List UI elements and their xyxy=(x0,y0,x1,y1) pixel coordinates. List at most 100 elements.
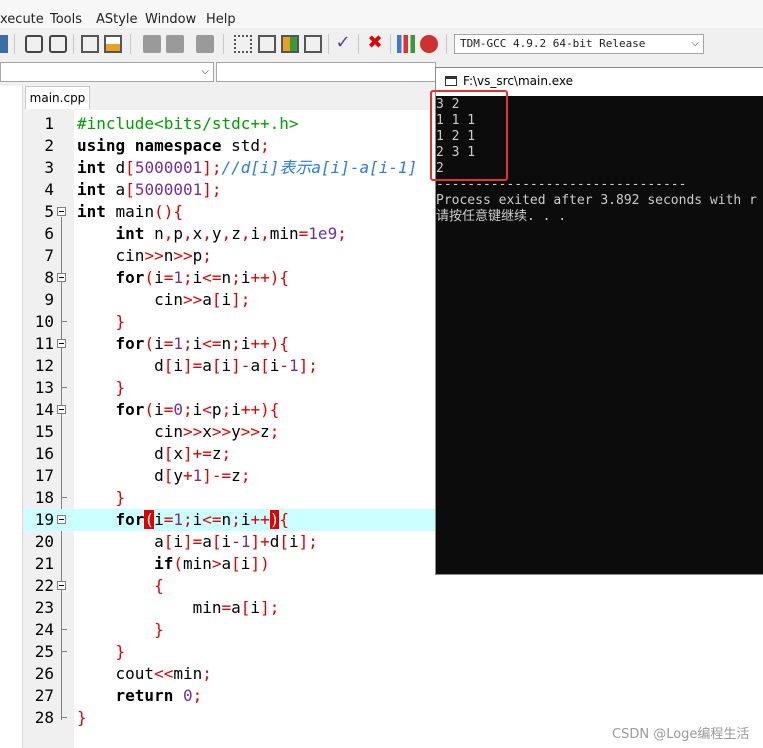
code-text: d[y+1]-=z; xyxy=(77,466,251,485)
compiler-select[interactable]: TDM-GCC 4.9.2 64-bit Release ⌵ xyxy=(454,34,704,54)
code-text: for(i=1;i<=n;i++){ xyxy=(115,510,290,529)
chevron-down-icon: ⌵ xyxy=(691,38,699,49)
line-number: 1 xyxy=(44,114,54,133)
code-text: } xyxy=(115,312,126,331)
fold-toggle-icon[interactable] xyxy=(57,581,66,590)
chart-icon[interactable] xyxy=(397,35,415,53)
code-line: 23 min=a[i]; xyxy=(24,597,763,619)
line-number: 27 xyxy=(34,686,54,705)
code-text: if(min>a[i]) xyxy=(154,554,270,573)
unindent-icon[interactable] xyxy=(104,35,122,53)
line-number: 4 xyxy=(44,180,54,199)
line-number: 14 xyxy=(34,400,54,419)
tab-main-cpp[interactable]: main.cpp xyxy=(25,86,90,109)
back-icon[interactable] xyxy=(143,35,161,53)
line-number: 5 xyxy=(44,202,54,221)
line-number: 16 xyxy=(34,444,54,463)
layout-icon[interactable] xyxy=(281,35,299,53)
find-icon[interactable] xyxy=(25,35,43,53)
code-line: 25 } xyxy=(24,641,763,663)
class-select[interactable]: ⌵ xyxy=(0,62,214,82)
fold-toggle-icon[interactable] xyxy=(57,515,66,524)
fold-end-marker xyxy=(61,707,67,718)
toolbar-arrow-icon[interactable] xyxy=(0,35,8,53)
fold-end-marker xyxy=(61,487,67,498)
code-text: } xyxy=(115,488,126,507)
code-text: int main(){ xyxy=(77,202,183,221)
compiler-select-value: TDM-GCC 4.9.2 64-bit Release xyxy=(460,37,646,50)
grid-icon[interactable] xyxy=(234,35,252,53)
indent-icon[interactable] xyxy=(81,35,99,53)
window-icon[interactable] xyxy=(258,35,276,53)
code-text: cout<<min; xyxy=(77,664,212,683)
fold-end-marker xyxy=(61,377,67,388)
line-number: 3 xyxy=(44,158,54,177)
fold-toggle-icon[interactable] xyxy=(57,339,66,348)
line-number: 10 xyxy=(34,312,54,331)
check-icon[interactable]: ✓ xyxy=(334,34,352,53)
annotation-box xyxy=(430,90,508,181)
toolbar-separator xyxy=(446,34,447,54)
menu-tools[interactable]: Tools xyxy=(50,12,82,27)
chevron-down-icon: ⌵ xyxy=(201,66,209,77)
line-number: 2 xyxy=(44,136,54,155)
code-text: d[x]+=z; xyxy=(77,444,232,463)
toolbar-separator xyxy=(358,34,359,54)
fold-toggle-icon[interactable] xyxy=(57,207,66,216)
code-text: cin>>x>>y>>z; xyxy=(77,422,280,441)
line-number: 18 xyxy=(34,488,54,507)
line-number: 7 xyxy=(44,246,54,265)
line-number: 11 xyxy=(34,334,54,353)
code-text: #include<bits/stdc++.h> xyxy=(77,114,299,133)
console-app-icon xyxy=(445,76,457,86)
menu-astyle[interactable]: AStyle xyxy=(96,12,138,27)
member-select[interactable] xyxy=(216,62,436,82)
code-text: for(i=0;i<p;i++){ xyxy=(115,400,280,419)
toolbar-separator xyxy=(14,34,15,54)
close-icon[interactable]: ✖ xyxy=(366,34,384,53)
line-number: 28 xyxy=(34,708,54,727)
line-number: 13 xyxy=(34,378,54,397)
tiles-icon[interactable] xyxy=(304,35,322,53)
line-number: 15 xyxy=(34,422,54,441)
code-text: return 0; xyxy=(115,686,203,705)
fold-end-marker xyxy=(61,641,67,652)
code-text: { xyxy=(154,576,164,595)
fold-toggle-icon[interactable] xyxy=(57,273,66,282)
line-number: 6 xyxy=(44,224,54,243)
menu-window[interactable]: Window xyxy=(145,12,196,27)
fold-end-marker xyxy=(61,311,67,322)
code-text: int d[5000001];//d[i]表示a[i]-a[i-1] xyxy=(77,158,418,177)
line-number: 26 xyxy=(34,664,54,683)
project-panel xyxy=(0,86,23,748)
menu-help[interactable]: Help xyxy=(206,12,236,27)
code-text: } xyxy=(115,642,126,661)
toolbar-separator xyxy=(328,34,329,54)
code-text: for(i=1;i<=n;i++){ xyxy=(115,268,289,287)
toolbar-separator xyxy=(223,34,224,54)
toggle-icon[interactable] xyxy=(196,35,214,53)
line-number: 8 xyxy=(44,268,54,287)
code-line: 24 } xyxy=(24,619,763,641)
code-text: cin>>a[i]; xyxy=(77,290,251,309)
toolbar-separator xyxy=(390,34,391,54)
code-text: cin>>n>>p; xyxy=(77,246,212,265)
toolbar-separator xyxy=(73,34,74,54)
line-number: 19 xyxy=(34,510,54,529)
toolbar-separator xyxy=(130,34,131,54)
watermark: CSDN @Loge编程生活 xyxy=(612,727,750,742)
code-text: using namespace std; xyxy=(77,136,270,155)
replace-icon[interactable] xyxy=(49,35,67,53)
debug-icon[interactable] xyxy=(420,35,438,53)
line-number: 17 xyxy=(34,466,54,485)
code-line: 22 { xyxy=(24,575,763,597)
menu-execute[interactable]: xecute xyxy=(0,12,44,27)
code-text: min=a[i]; xyxy=(77,598,280,617)
fold-toggle-icon[interactable] xyxy=(57,405,66,414)
code-text: a[i]=a[i-1]+d[i]; xyxy=(77,532,318,551)
line-number: 24 xyxy=(34,620,54,639)
line-number: 20 xyxy=(34,532,54,551)
code-line: 27 return 0; xyxy=(24,685,763,707)
forward-icon[interactable] xyxy=(166,35,184,53)
line-number: 25 xyxy=(34,642,54,661)
